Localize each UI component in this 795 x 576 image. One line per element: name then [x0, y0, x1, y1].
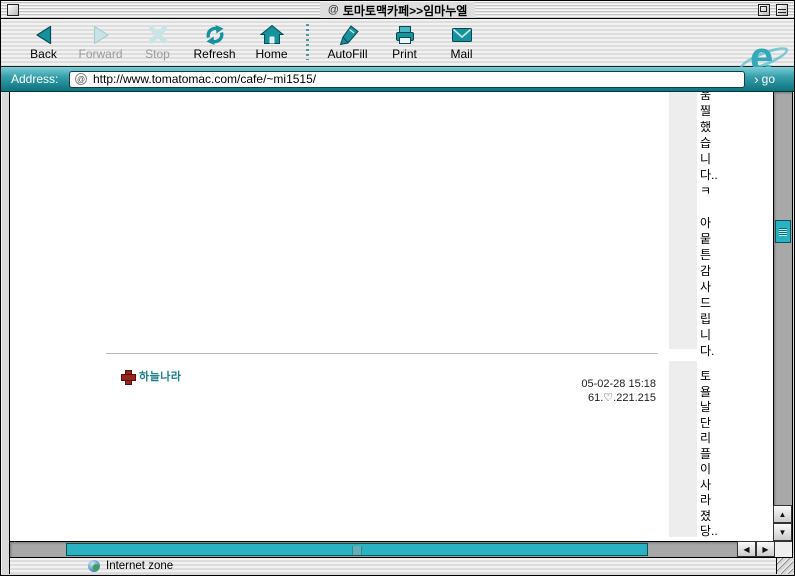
- refresh-icon: [203, 24, 227, 46]
- post-divider: [106, 353, 658, 354]
- post-meta: 05-02-28 15:18 61.♡.221.215: [410, 377, 656, 405]
- go-label: go: [762, 72, 775, 86]
- status-bar: Internet zone: [10, 557, 776, 574]
- down-arrow-icon: ▼: [779, 528, 787, 537]
- home-button[interactable]: Home: [243, 22, 300, 61]
- scroll-left-button[interactable]: ◀: [737, 541, 756, 557]
- close-box[interactable]: [7, 4, 19, 16]
- back-icon: [32, 24, 56, 46]
- zone-label: Internet zone: [106, 560, 173, 572]
- home-label: Home: [255, 47, 287, 61]
- vertical-scrollbar-thumb[interactable]: [775, 220, 791, 243]
- post-ip: 61.♡.221.215: [410, 391, 656, 405]
- table-cell-shade-top: [669, 92, 697, 349]
- right-arrow-icon: ▶: [762, 545, 768, 554]
- resize-grip[interactable]: [776, 557, 793, 574]
- home-icon: [260, 24, 284, 46]
- mail-button[interactable]: Mail: [433, 22, 490, 61]
- horizontal-scrollbar-thumb[interactable]: [66, 543, 648, 556]
- print-icon: [393, 24, 417, 46]
- window-title: @ 토마토맥카페>>임마누엘: [320, 2, 476, 18]
- scroll-down-button[interactable]: ▼: [773, 523, 792, 541]
- author-logo-text: 하늘나라: [139, 368, 181, 384]
- print-button[interactable]: Print: [376, 22, 433, 61]
- window-frame-left: [1, 92, 10, 575]
- post-body-top: 움 찔 했 습 니 다.. ㅋ 아 뭍 튼 감 사 드 립 니 다.: [700, 92, 726, 359]
- zoom-box[interactable]: [758, 4, 770, 16]
- forward-button[interactable]: Forward: [72, 22, 129, 61]
- mail-label: Mail: [450, 47, 472, 61]
- back-label: Back: [30, 47, 57, 61]
- forward-label: Forward: [78, 47, 122, 61]
- table-cell-shade-bottom: [669, 361, 697, 537]
- left-arrow-icon: ◀: [743, 545, 749, 554]
- horizontal-scrollbar[interactable]: [10, 541, 737, 557]
- autofill-icon: [336, 24, 360, 46]
- autofill-label: AutoFill: [327, 47, 367, 61]
- page-content: 움 찔 했 습 니 다.. ㅋ 아 뭍 튼 감 사 드 립 니 다. 하늘나라 …: [10, 92, 773, 541]
- back-button[interactable]: Back: [15, 22, 72, 61]
- forward-icon: [89, 24, 113, 46]
- stop-button[interactable]: Stop: [129, 22, 186, 61]
- go-arrow-icon: ›: [754, 74, 759, 84]
- stop-icon: [146, 24, 170, 46]
- page-proxy-icon: @: [328, 4, 339, 16]
- go-button[interactable]: › go: [754, 72, 775, 86]
- up-arrow-icon: ▲: [779, 510, 787, 519]
- vertical-scrollbar[interactable]: [773, 92, 792, 541]
- address-label: Address:: [11, 72, 63, 86]
- scrollbar-grip: [353, 546, 362, 555]
- toolbar: Back Forward Stop Refresh: [1, 19, 794, 67]
- address-bar: Address: @ http://www.tomatomac.com/cafe…: [1, 67, 794, 92]
- print-label: Print: [392, 47, 417, 61]
- scroll-right-button[interactable]: ▶: [756, 541, 775, 557]
- collapse-box[interactable]: [776, 4, 788, 16]
- browser-window: @ 토마토맥카페>>임마누엘 Back Forward Stop: [0, 0, 795, 576]
- globe-icon: [88, 560, 100, 572]
- address-input[interactable]: @ http://www.tomatomac.com/cafe/~mi1515/: [69, 71, 745, 88]
- refresh-button[interactable]: Refresh: [186, 22, 243, 61]
- autofill-button[interactable]: AutoFill: [319, 22, 376, 61]
- scroll-up-button[interactable]: ▲: [773, 505, 792, 523]
- url-at-icon: @: [75, 73, 87, 85]
- toolbar-separator: [306, 24, 309, 60]
- title-bar[interactable]: @ 토마토맥카페>>임마누엘: [1, 1, 794, 19]
- mail-icon: [450, 24, 474, 46]
- scrollbar-corner: [775, 541, 792, 557]
- url-text[interactable]: http://www.tomatomac.com/cafe/~mi1515/: [93, 72, 316, 86]
- red-cross-icon: [121, 370, 134, 383]
- window-title-text: 토마토맥카페>>임마누엘: [343, 2, 467, 19]
- refresh-label: Refresh: [193, 47, 235, 61]
- author-logo[interactable]: 하늘나라: [121, 368, 181, 384]
- post-date: 05-02-28 15:18: [410, 377, 656, 391]
- stop-label: Stop: [145, 47, 170, 61]
- post-body-bottom: 토 욜 날 단 리 플 이 사 라 졌 당..: [700, 369, 726, 540]
